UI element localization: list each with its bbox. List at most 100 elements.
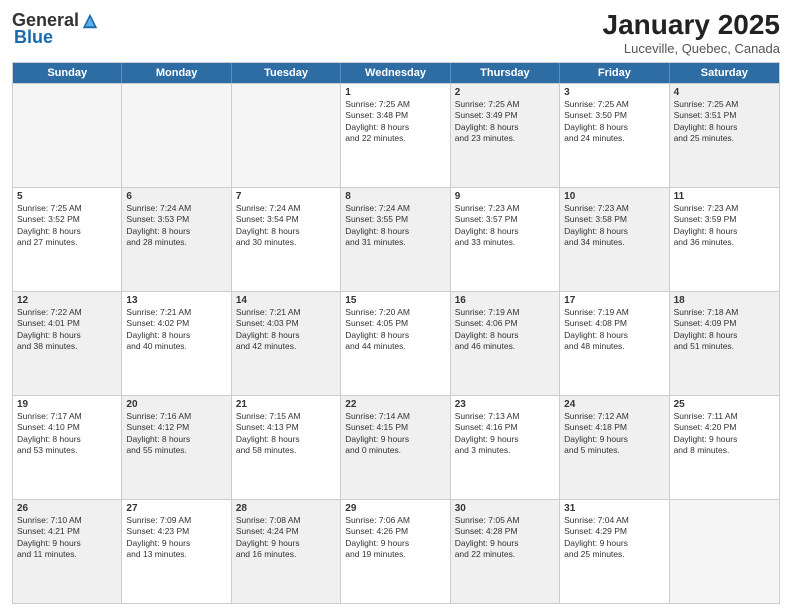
day-cell-4: 4Sunrise: 7:25 AM Sunset: 3:51 PM Daylig… [670,84,779,187]
calendar-container: General Blue January 2025 Luceville, Que… [0,0,792,612]
day-number: 7 [236,191,336,202]
day-cell-16: 16Sunrise: 7:19 AM Sunset: 4:06 PM Dayli… [451,292,560,395]
week-row-2: 5Sunrise: 7:25 AM Sunset: 3:52 PM Daylig… [13,187,779,291]
day-cell-2: 2Sunrise: 7:25 AM Sunset: 3:49 PM Daylig… [451,84,560,187]
day-number: 21 [236,399,336,410]
day-cell-28: 28Sunrise: 7:08 AM Sunset: 4:24 PM Dayli… [232,500,341,603]
day-cell-7: 7Sunrise: 7:24 AM Sunset: 3:54 PM Daylig… [232,188,341,291]
header-day-friday: Friday [560,63,669,83]
day-number: 1 [345,87,445,98]
day-cell-20: 20Sunrise: 7:16 AM Sunset: 4:12 PM Dayli… [122,396,231,499]
day-cell-23: 23Sunrise: 7:13 AM Sunset: 4:16 PM Dayli… [451,396,560,499]
day-number: 17 [564,295,664,306]
day-cell-14: 14Sunrise: 7:21 AM Sunset: 4:03 PM Dayli… [232,292,341,395]
day-cell-13: 13Sunrise: 7:21 AM Sunset: 4:02 PM Dayli… [122,292,231,395]
day-number: 30 [455,503,555,514]
day-info: Sunrise: 7:25 AM Sunset: 3:49 PM Dayligh… [455,99,520,143]
day-number: 14 [236,295,336,306]
day-info: Sunrise: 7:05 AM Sunset: 4:28 PM Dayligh… [455,515,520,559]
header-day-monday: Monday [122,63,231,83]
day-cell-22: 22Sunrise: 7:14 AM Sunset: 4:15 PM Dayli… [341,396,450,499]
title-block: January 2025 Luceville, Quebec, Canada [603,10,780,56]
day-cell-empty-0-1 [122,84,231,187]
header-day-saturday: Saturday [670,63,779,83]
day-cell-29: 29Sunrise: 7:06 AM Sunset: 4:26 PM Dayli… [341,500,450,603]
day-cell-9: 9Sunrise: 7:23 AM Sunset: 3:57 PM Daylig… [451,188,560,291]
day-cell-19: 19Sunrise: 7:17 AM Sunset: 4:10 PM Dayli… [13,396,122,499]
day-info: Sunrise: 7:17 AM Sunset: 4:10 PM Dayligh… [17,411,82,455]
logo-blue: Blue [14,27,53,48]
day-cell-8: 8Sunrise: 7:24 AM Sunset: 3:55 PM Daylig… [341,188,450,291]
month-title: January 2025 [603,10,780,41]
day-info: Sunrise: 7:24 AM Sunset: 3:53 PM Dayligh… [126,203,191,247]
header-day-wednesday: Wednesday [341,63,450,83]
calendar-body: 1Sunrise: 7:25 AM Sunset: 3:48 PM Daylig… [13,83,779,603]
day-number: 11 [674,191,775,202]
day-info: Sunrise: 7:14 AM Sunset: 4:15 PM Dayligh… [345,411,410,455]
day-info: Sunrise: 7:15 AM Sunset: 4:13 PM Dayligh… [236,411,301,455]
day-info: Sunrise: 7:19 AM Sunset: 4:08 PM Dayligh… [564,307,629,351]
day-info: Sunrise: 7:24 AM Sunset: 3:55 PM Dayligh… [345,203,410,247]
day-info: Sunrise: 7:12 AM Sunset: 4:18 PM Dayligh… [564,411,629,455]
day-number: 18 [674,295,775,306]
week-row-1: 1Sunrise: 7:25 AM Sunset: 3:48 PM Daylig… [13,83,779,187]
day-number: 31 [564,503,664,514]
day-cell-1: 1Sunrise: 7:25 AM Sunset: 3:48 PM Daylig… [341,84,450,187]
day-cell-24: 24Sunrise: 7:12 AM Sunset: 4:18 PM Dayli… [560,396,669,499]
day-cell-30: 30Sunrise: 7:05 AM Sunset: 4:28 PM Dayli… [451,500,560,603]
day-cell-12: 12Sunrise: 7:22 AM Sunset: 4:01 PM Dayli… [13,292,122,395]
day-number: 6 [126,191,226,202]
day-number: 9 [455,191,555,202]
day-cell-15: 15Sunrise: 7:20 AM Sunset: 4:05 PM Dayli… [341,292,450,395]
logo: General Blue [12,10,99,48]
day-cell-empty-0-2 [232,84,341,187]
day-cell-18: 18Sunrise: 7:18 AM Sunset: 4:09 PM Dayli… [670,292,779,395]
day-info: Sunrise: 7:04 AM Sunset: 4:29 PM Dayligh… [564,515,629,559]
day-number: 20 [126,399,226,410]
day-info: Sunrise: 7:23 AM Sunset: 3:57 PM Dayligh… [455,203,520,247]
day-info: Sunrise: 7:25 AM Sunset: 3:52 PM Dayligh… [17,203,82,247]
day-cell-11: 11Sunrise: 7:23 AM Sunset: 3:59 PM Dayli… [670,188,779,291]
day-number: 19 [17,399,117,410]
logo-icon [81,12,99,30]
calendar-header: SundayMondayTuesdayWednesdayThursdayFrid… [13,63,779,83]
day-number: 26 [17,503,117,514]
day-number: 28 [236,503,336,514]
day-cell-6: 6Sunrise: 7:24 AM Sunset: 3:53 PM Daylig… [122,188,231,291]
day-number: 29 [345,503,445,514]
week-row-4: 19Sunrise: 7:17 AM Sunset: 4:10 PM Dayli… [13,395,779,499]
day-info: Sunrise: 7:06 AM Sunset: 4:26 PM Dayligh… [345,515,410,559]
day-info: Sunrise: 7:21 AM Sunset: 4:03 PM Dayligh… [236,307,301,351]
day-info: Sunrise: 7:25 AM Sunset: 3:50 PM Dayligh… [564,99,629,143]
day-cell-3: 3Sunrise: 7:25 AM Sunset: 3:50 PM Daylig… [560,84,669,187]
day-info: Sunrise: 7:25 AM Sunset: 3:48 PM Dayligh… [345,99,410,143]
day-info: Sunrise: 7:11 AM Sunset: 4:20 PM Dayligh… [674,411,738,455]
week-row-3: 12Sunrise: 7:22 AM Sunset: 4:01 PM Dayli… [13,291,779,395]
day-cell-empty-4-6 [670,500,779,603]
day-cell-25: 25Sunrise: 7:11 AM Sunset: 4:20 PM Dayli… [670,396,779,499]
day-number: 16 [455,295,555,306]
header-day-sunday: Sunday [13,63,122,83]
day-number: 12 [17,295,117,306]
day-cell-26: 26Sunrise: 7:10 AM Sunset: 4:21 PM Dayli… [13,500,122,603]
day-cell-empty-0-0 [13,84,122,187]
day-info: Sunrise: 7:10 AM Sunset: 4:21 PM Dayligh… [17,515,82,559]
day-info: Sunrise: 7:23 AM Sunset: 3:59 PM Dayligh… [674,203,739,247]
day-number: 5 [17,191,117,202]
day-info: Sunrise: 7:18 AM Sunset: 4:09 PM Dayligh… [674,307,739,351]
day-info: Sunrise: 7:20 AM Sunset: 4:05 PM Dayligh… [345,307,410,351]
day-cell-21: 21Sunrise: 7:15 AM Sunset: 4:13 PM Dayli… [232,396,341,499]
day-cell-10: 10Sunrise: 7:23 AM Sunset: 3:58 PM Dayli… [560,188,669,291]
day-info: Sunrise: 7:22 AM Sunset: 4:01 PM Dayligh… [17,307,82,351]
day-info: Sunrise: 7:21 AM Sunset: 4:02 PM Dayligh… [126,307,191,351]
day-cell-31: 31Sunrise: 7:04 AM Sunset: 4:29 PM Dayli… [560,500,669,603]
day-number: 23 [455,399,555,410]
day-number: 27 [126,503,226,514]
day-number: 25 [674,399,775,410]
day-cell-27: 27Sunrise: 7:09 AM Sunset: 4:23 PM Dayli… [122,500,231,603]
location: Luceville, Quebec, Canada [603,41,780,56]
day-number: 3 [564,87,664,98]
day-info: Sunrise: 7:24 AM Sunset: 3:54 PM Dayligh… [236,203,301,247]
day-number: 13 [126,295,226,306]
day-cell-5: 5Sunrise: 7:25 AM Sunset: 3:52 PM Daylig… [13,188,122,291]
